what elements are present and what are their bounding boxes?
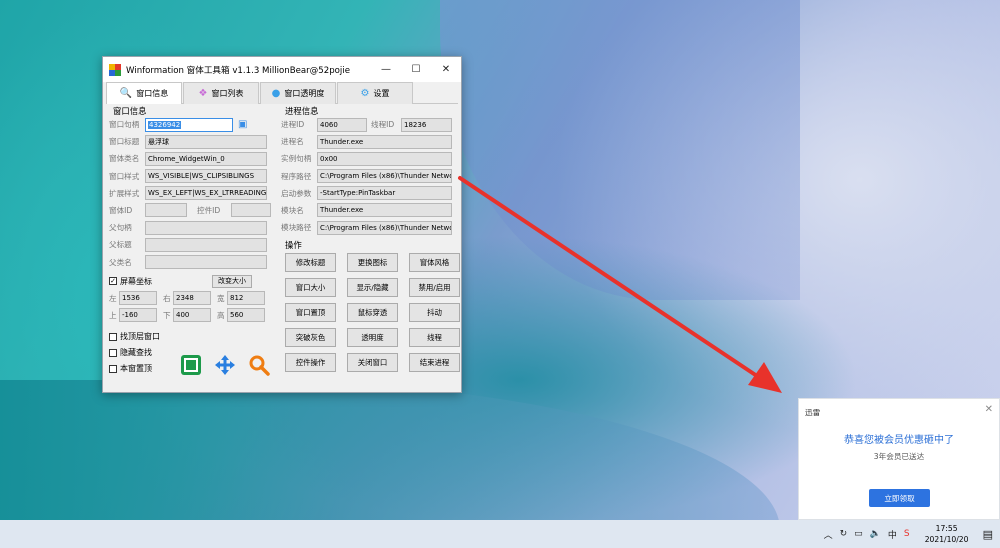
display-icon[interactable]: ▭ xyxy=(854,529,863,539)
chevron-up-icon[interactable]: ︿ xyxy=(824,528,833,541)
claim-now-button[interactable]: 立即领取 xyxy=(869,489,930,507)
action-center-icon[interactable]: ▤ xyxy=(983,528,993,541)
notification-headline: 恭喜您被会员优惠砸中了 xyxy=(844,435,954,446)
notification-app-name: 迅雷 xyxy=(805,408,821,417)
volume-icon[interactable]: 🔈 xyxy=(870,529,881,539)
taskbar: ︿ ↻ ▭ 🔈 中 S 17:55 2021/10/20 ▤ xyxy=(0,520,1000,548)
clock-time: 17:55 xyxy=(935,524,958,533)
network-status-icon[interactable]: ↻ xyxy=(840,529,848,539)
clock-date: 2021/10/20 xyxy=(924,535,969,544)
notification-subtext: 3年会员已送达 xyxy=(873,452,925,461)
clock[interactable]: 17:55 2021/10/20 xyxy=(917,523,977,545)
system-tray: ︿ ↻ ▭ 🔈 中 S 17:55 2021/10/20 ▤ xyxy=(824,520,1000,548)
notification-toast[interactable]: 迅雷 ✕ 恭喜您被会员优惠砸中了 3年会员已送达 立即领取 xyxy=(798,398,1000,520)
close-icon[interactable]: ✕ xyxy=(985,404,993,415)
ime-icon[interactable]: 中 xyxy=(888,528,897,541)
sogou-icon[interactable]: S xyxy=(904,529,910,539)
